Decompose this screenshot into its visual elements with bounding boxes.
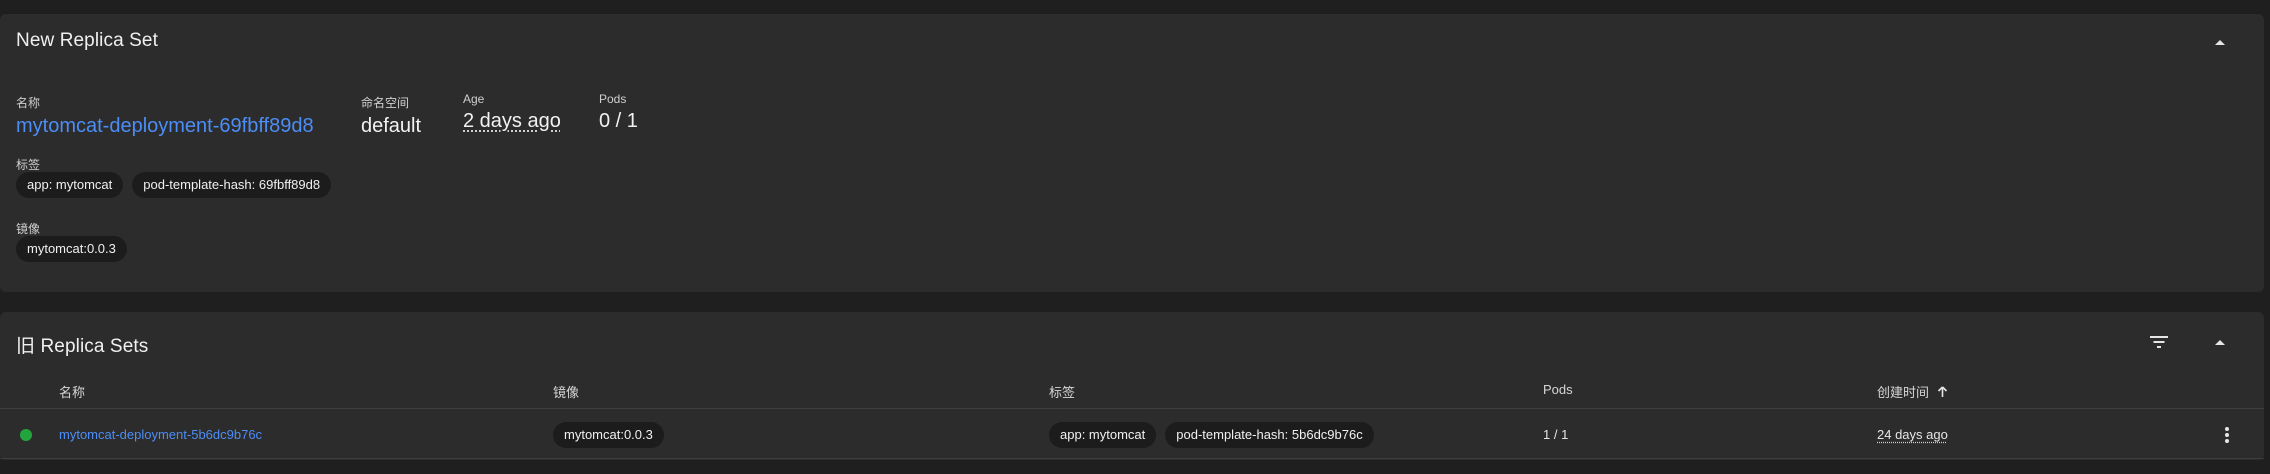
column-header-created[interactable]: 创建时间 <box>1877 382 1948 401</box>
filter-button[interactable] <box>2141 324 2177 360</box>
replica-set-name-link[interactable]: mytomcat-deployment-5b6dc9b76c <box>59 427 262 442</box>
label-chip: app: mytomcat <box>1049 422 1157 448</box>
age-field: Age 2 days ago <box>463 92 561 133</box>
name-label: 名称 <box>16 96 41 110</box>
age-value: 2 days ago <box>463 110 561 132</box>
replica-set-name-link[interactable]: mytomcat-deployment-69fbff89d8 <box>16 115 314 138</box>
old-replica-sets-card: 旧 Replica Sets 名称 镜像 标签 Pods 创建时间 mytomc… <box>0 312 2264 460</box>
column-header-name[interactable]: 名称 <box>59 382 85 401</box>
images-label: 镜像 <box>16 222 41 236</box>
namespace-field: 命名空间 default <box>361 94 421 138</box>
row-images: mytomcat:0.0.3 <box>553 422 673 448</box>
column-header-pods[interactable]: Pods <box>1543 382 1573 397</box>
namespace-label: 命名空间 <box>361 96 410 110</box>
label-chip: pod-template-hash: 69fbff89d8 <box>132 172 332 198</box>
row-labels: app: mytomcat pod-template-hash: 5b6dc9b7… <box>1049 422 1383 448</box>
pods-value: 0 / 1 <box>599 110 638 132</box>
labels-chips: app: mytomcat pod-template-hash: 69fbff89… <box>16 172 340 198</box>
pods-count: 1 / 1 <box>1543 427 1569 442</box>
pods-field: Pods 0 / 1 <box>599 92 638 133</box>
image-chip: mytomcat:0.0.3 <box>553 422 664 448</box>
labels-label: 标签 <box>16 158 41 172</box>
arrow-up-icon <box>1937 386 1947 397</box>
chevron-up-icon <box>2215 40 2225 45</box>
column-header-image[interactable]: 镜像 <box>553 382 579 401</box>
column-header-created-label: 创建时间 <box>1877 385 1930 400</box>
status-ok-icon <box>20 429 32 441</box>
new-replica-set-card: New Replica Set 名称 mytomcat-deployment-6… <box>0 14 2264 292</box>
column-header-labels[interactable]: 标签 <box>1049 382 1075 401</box>
card-title: New Replica Set <box>16 30 158 51</box>
card-title: 旧 Replica Sets <box>16 336 149 357</box>
created-time: 24 days ago <box>1877 427 1948 442</box>
name-field: 名称 mytomcat-deployment-69fbff89d8 <box>16 94 314 138</box>
chevron-up-icon <box>2215 340 2225 345</box>
label-chip: app: mytomcat <box>16 172 124 198</box>
row-actions-button[interactable] <box>2212 420 2242 450</box>
label-chip: pod-template-hash: 5b6dc9b76c <box>1165 422 1374 448</box>
more-vert-icon <box>2225 427 2229 443</box>
image-chip: mytomcat:0.0.3 <box>16 236 127 262</box>
pods-label: Pods <box>599 92 627 106</box>
collapse-button[interactable] <box>2202 324 2238 360</box>
images-chips: mytomcat:0.0.3 <box>16 236 136 262</box>
filter-list-icon <box>2150 336 2168 348</box>
collapse-button[interactable] <box>2202 24 2238 60</box>
table-row-divider <box>0 458 2264 459</box>
namespace-value: default <box>361 115 422 137</box>
age-label: Age <box>463 92 485 106</box>
table-header-divider <box>0 408 2264 409</box>
